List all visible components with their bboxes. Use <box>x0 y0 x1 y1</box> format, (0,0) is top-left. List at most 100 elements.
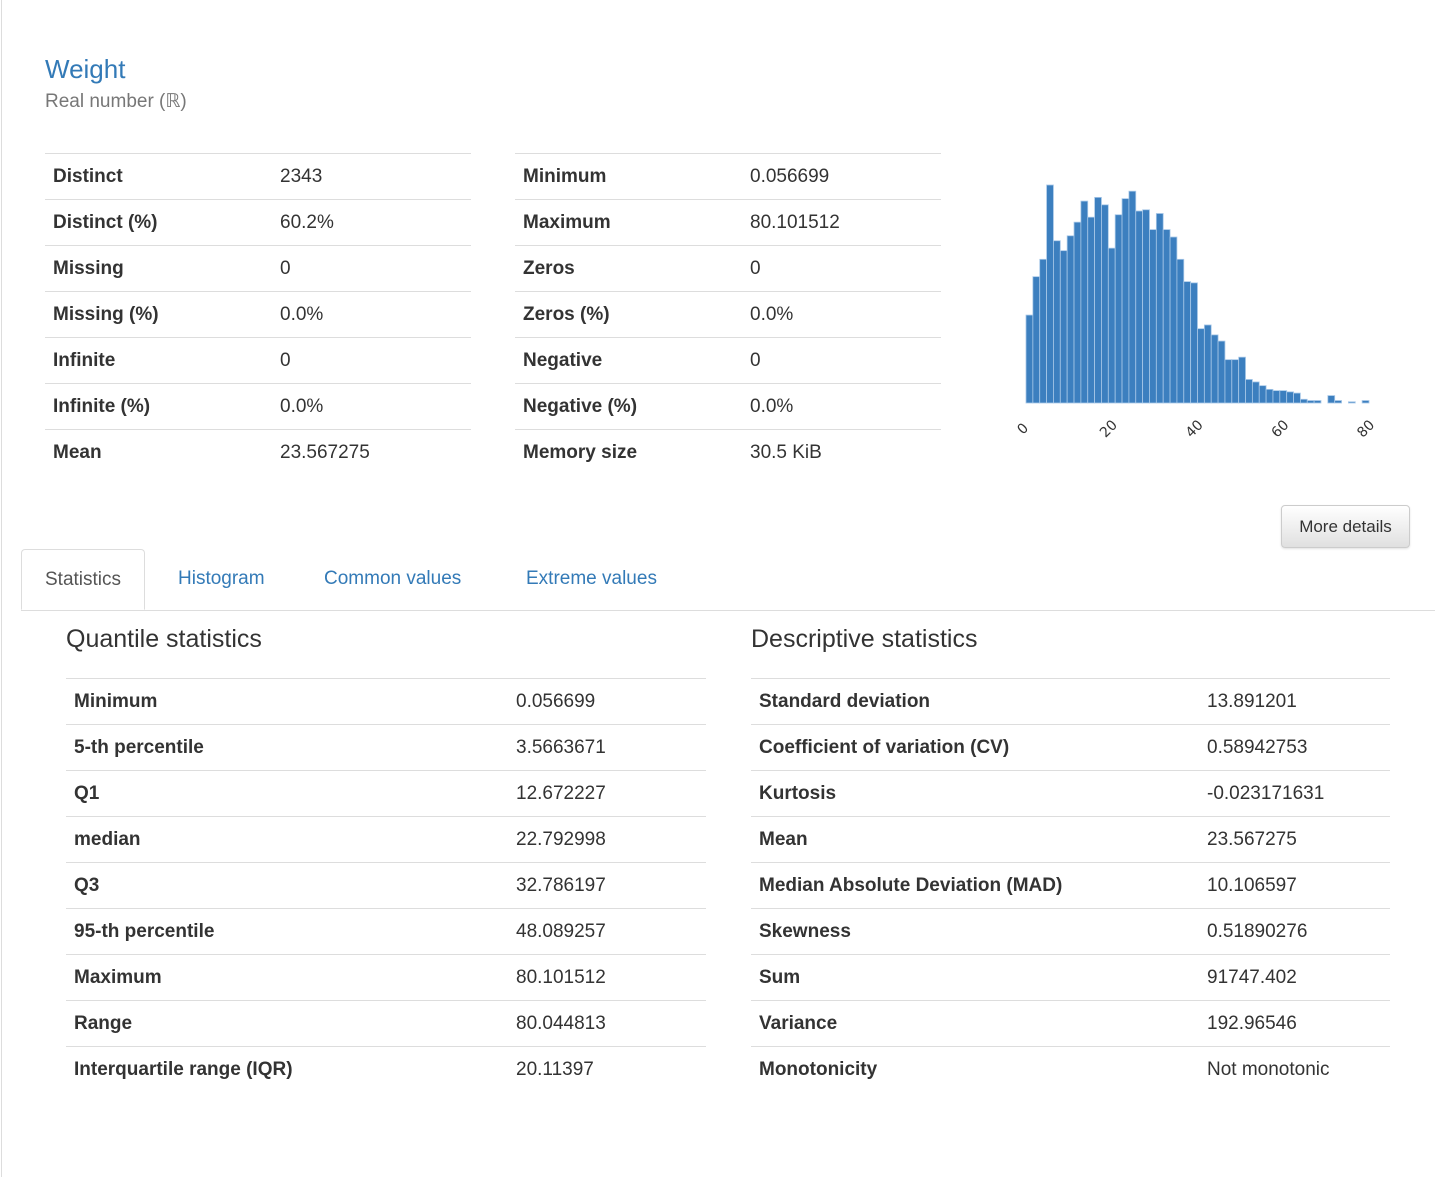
histogram-bar <box>1245 379 1253 404</box>
histogram-bar <box>1155 213 1164 404</box>
histogram-bar <box>1135 210 1144 404</box>
row-value: 192.96546 <box>1199 1000 1390 1047</box>
histogram-bar <box>1066 235 1075 404</box>
histogram-bar <box>1073 221 1082 404</box>
row-value: 0.0% <box>742 383 941 430</box>
mini-histogram-chart: 0 20 40 60 80 <box>1014 184 1378 441</box>
row-label: Zeros <box>515 245 742 292</box>
row-label: Infinite <box>45 337 272 384</box>
table-row: Infinite (%) 0.0% <box>45 383 471 430</box>
row-label: Skewness <box>751 908 1199 955</box>
row-label: Q1 <box>66 770 508 817</box>
tab-statistics[interactable]: Statistics <box>21 549 146 610</box>
row-value: 2343 <box>272 153 471 200</box>
row-label: Coefficient of variation (CV) <box>751 724 1199 771</box>
row-value: 3.5663671 <box>508 724 706 771</box>
histogram-bar <box>1258 385 1267 404</box>
tab-histogram[interactable]: Histogram <box>155 549 288 609</box>
x-tick-label: 40 <box>1183 417 1207 441</box>
table-row: Q3 32.786197 <box>66 862 706 909</box>
row-value: 12.672227 <box>508 770 706 817</box>
more-details-button[interactable]: More details <box>1281 505 1410 548</box>
overview-table-left: Distinct 2343 Distinct (%) 60.2% Missing 0 Mis… <box>45 153 471 475</box>
overview-table-right: Minimum 0.056699 Maximum 80.101512 Zeros 0 Zer… <box>515 153 941 475</box>
histogram-bar <box>1087 216 1095 404</box>
histogram-bar <box>1080 200 1089 404</box>
histogram-bar <box>1210 334 1219 404</box>
histogram-bar <box>1190 282 1198 404</box>
row-value: 0 <box>742 245 941 292</box>
histogram-bar <box>1293 392 1301 404</box>
table-row: Memory size 30.5 KiB <box>515 429 941 475</box>
row-label: Memory size <box>515 429 742 475</box>
histogram-bar <box>1053 240 1061 404</box>
histogram-bar <box>1149 229 1157 404</box>
histogram-bar <box>1251 381 1260 404</box>
row-value: 22.792998 <box>508 816 706 863</box>
row-label: Missing <box>45 245 272 292</box>
row-value: 0.056699 <box>508 678 706 725</box>
row-label: Maximum <box>515 199 742 246</box>
table-row: Range 80.044813 <box>66 1000 706 1047</box>
table-row: Missing 0 <box>45 245 471 292</box>
tab-common-values[interactable]: Common values <box>301 549 484 609</box>
quantile-statistics-title: Quantile statistics <box>66 625 262 653</box>
table-row: Skewness 0.51890276 <box>751 908 1390 955</box>
row-label: Minimum <box>66 678 508 725</box>
tab-bar: Statistics Histogram Common values Extre… <box>21 549 1435 611</box>
row-value: 80.101512 <box>508 954 706 1001</box>
row-value: 0 <box>272 337 471 384</box>
row-label: Sum <box>751 954 1199 1001</box>
row-label: Variance <box>751 1000 1199 1047</box>
histogram-bar <box>1142 209 1150 404</box>
x-tick-label: 20 <box>1097 417 1121 441</box>
row-label: Zeros (%) <box>515 291 742 338</box>
row-label: Distinct <box>45 153 272 200</box>
histogram-bar <box>1279 390 1288 404</box>
table-row: Kurtosis -0.023171631 <box>751 770 1390 817</box>
quantile-statistics-table: Minimum 0.056699 5-th percentile 3.5663671 Q… <box>66 678 706 1092</box>
row-label: median <box>66 816 508 863</box>
histogram-bar <box>1094 196 1102 404</box>
row-label: Q3 <box>66 862 508 909</box>
histogram-bar <box>1183 281 1192 404</box>
row-value: 80.044813 <box>508 1000 706 1047</box>
variable-name: Weight <box>45 54 126 84</box>
histogram-bar <box>1128 190 1137 404</box>
row-value: 60.2% <box>272 199 471 246</box>
x-tick-label: 80 <box>1354 417 1378 441</box>
histogram-bar <box>1107 247 1116 404</box>
table-row: Mean 23.567275 <box>45 429 471 475</box>
table-row: Infinite 0 <box>45 337 471 384</box>
row-value: 0.0% <box>272 291 471 338</box>
row-value: 23.567275 <box>272 429 471 475</box>
histogram-bar <box>1197 328 1205 404</box>
row-label: Negative <box>515 337 742 384</box>
row-value: -0.023171631 <box>1199 770 1390 817</box>
histogram-bar <box>1299 398 1308 404</box>
histogram-bar <box>1101 204 1109 404</box>
row-value: 0.58942753 <box>1199 724 1390 771</box>
histogram-bar <box>1162 229 1171 404</box>
row-label: 5-th percentile <box>66 724 508 771</box>
histogram-bar <box>1348 401 1356 404</box>
row-value: 13.891201 <box>1199 678 1390 725</box>
row-label: 95-th percentile <box>66 908 508 955</box>
table-row: Maximum 80.101512 <box>66 954 706 1001</box>
table-row: median 22.792998 <box>66 816 706 863</box>
row-label: Mean <box>751 816 1199 863</box>
row-value: 30.5 KiB <box>742 429 941 475</box>
histogram-bar <box>1306 400 1315 404</box>
table-row: Median Absolute Deviation (MAD) 10.106597 <box>751 862 1390 909</box>
table-row: Standard deviation 13.891201 <box>751 678 1390 725</box>
row-value: 23.567275 <box>1199 816 1390 863</box>
row-value: 80.101512 <box>742 199 941 246</box>
histogram-bar <box>1032 276 1041 404</box>
row-value: 91747.402 <box>1199 954 1390 1001</box>
table-row: Minimum 0.056699 <box>66 678 706 725</box>
x-tick-label: 0 <box>1014 420 1032 438</box>
tab-extreme-values[interactable]: Extreme values <box>503 549 680 609</box>
histogram-bar <box>1327 395 1336 404</box>
histogram-bar <box>1114 214 1123 404</box>
page-left-border <box>1 0 2 1177</box>
